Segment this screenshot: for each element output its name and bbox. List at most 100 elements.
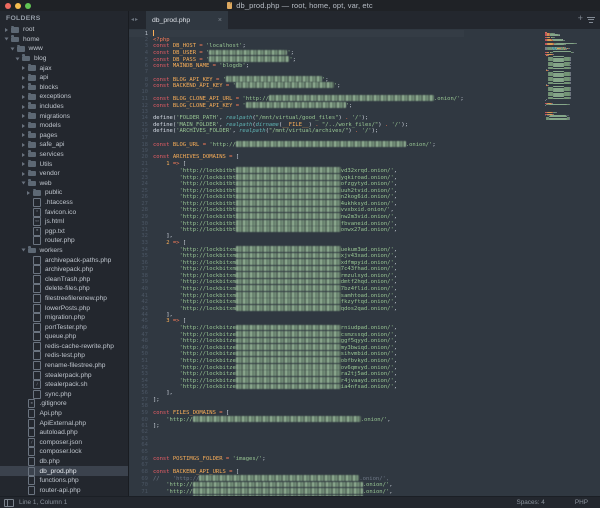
code-line: 18const BLOG_URL = 'http://.onion/'; <box>129 141 464 148</box>
tree-item-js-html[interactable]: <>js.html <box>0 217 128 227</box>
zoom-window-button[interactable] <box>25 3 31 9</box>
redacted-text <box>236 338 341 344</box>
editor-area[interactable]: 12<?php3const DB_HOST = 'localhost';4con… <box>129 29 600 497</box>
expand-arrow-icon[interactable] <box>21 182 25 185</box>
tree-item-redis-test-php[interactable]: redis-test.php <box>0 351 128 361</box>
tree-item-label: pgp.txt <box>45 228 65 235</box>
expand-arrow-icon[interactable] <box>22 162 25 166</box>
tree-item-lowerposts-php[interactable]: lowerPosts.php <box>0 303 128 313</box>
expand-arrow-icon[interactable] <box>10 47 14 50</box>
tab-db-prod-php[interactable]: db_prod.php × <box>146 11 228 29</box>
expand-arrow-icon[interactable] <box>22 124 25 128</box>
expand-arrow-icon[interactable] <box>22 85 25 89</box>
tab-overflow-icon[interactable] <box>587 17 595 24</box>
expand-arrow-icon[interactable] <box>22 66 25 70</box>
expand-arrow-icon[interactable] <box>22 172 25 176</box>
new-tab-button[interactable]: + <box>578 13 583 23</box>
tree-item-pgp-txt[interactable]: ≡pgp.txt <box>0 226 128 236</box>
tree-item-autoload-php[interactable]: autoload.php <box>0 428 128 438</box>
tree-item-public[interactable]: public <box>0 188 128 198</box>
tree-item-apiexternal-php[interactable]: ApiExternal.php <box>0 418 128 428</box>
tree-item-stealerpack-sh[interactable]: /stealerpack.sh <box>0 380 128 390</box>
minimize-window-button[interactable] <box>15 3 21 9</box>
tree-item-db-prod-php[interactable]: db_prod.php <box>0 466 128 476</box>
expand-arrow-icon[interactable] <box>21 249 25 252</box>
close-window-button[interactable] <box>5 3 11 9</box>
tree-item-filestreefilerenew-php[interactable]: filestreefilerenew.php <box>0 294 128 304</box>
tree-item-composer-json[interactable]: /composer.json <box>0 438 128 448</box>
window-title: db_prod.php — root, home, opt, var, etc <box>236 1 372 10</box>
tree-item-root[interactable]: root <box>0 25 128 35</box>
tree-item-porttester-php[interactable]: portTester.php <box>0 322 128 332</box>
redacted-text <box>236 298 341 304</box>
tree-item-label: queue.php <box>45 333 76 340</box>
tree-item-includes[interactable]: includes <box>0 102 128 112</box>
tree-item-favicon-ico[interactable]: ▫favicon.ico <box>0 207 128 217</box>
tree-item-blog[interactable]: blog <box>0 54 128 64</box>
tree-item-label: safe_api <box>40 141 65 148</box>
tree-item-sync-php[interactable]: sync.php <box>0 390 128 400</box>
syntax-setting[interactable]: PHP <box>575 499 588 506</box>
tree-item-vendor[interactable]: vendor <box>0 169 128 179</box>
expand-arrow-icon[interactable] <box>16 57 20 60</box>
tree-item-models[interactable]: models <box>0 121 128 131</box>
tree-item-composer-lock[interactable]: composer.lock <box>0 447 128 457</box>
expand-arrow-icon[interactable] <box>22 143 25 147</box>
redacted-text <box>236 253 341 259</box>
tree-item-label: delete-files.php <box>45 285 90 292</box>
indentation-setting[interactable]: Spaces: 4 <box>516 499 544 506</box>
tree-item-delete-files-php[interactable]: delete-files.php <box>0 284 128 294</box>
tree-item-home[interactable]: home <box>0 35 128 45</box>
expand-arrow-icon[interactable] <box>22 133 25 137</box>
tree-item-queue-php[interactable]: queue.php <box>0 332 128 342</box>
tab-label: db_prod.php <box>152 17 190 24</box>
file-file-icon <box>33 294 41 303</box>
expand-arrow-icon[interactable] <box>5 38 9 41</box>
expand-arrow-icon[interactable] <box>5 28 8 32</box>
tree-item-rename-filestree-php[interactable]: rename-filestree.php <box>0 361 128 371</box>
tree-item-router-api-php[interactable]: router-api.php <box>0 486 128 496</box>
folder-icon <box>11 37 19 43</box>
tree-item-archivepack-paths-php[interactable]: archivepack-paths.php <box>0 255 128 265</box>
tree-item-label: redis-cache-rewrite.php <box>45 343 114 350</box>
expand-arrow-icon[interactable] <box>22 105 25 109</box>
tree-item-workers[interactable]: workers <box>0 246 128 256</box>
tree-item-www[interactable]: www <box>0 44 128 54</box>
expand-arrow-icon[interactable] <box>22 153 25 157</box>
redacted-text <box>193 488 363 494</box>
tree-item-utils[interactable]: Utils <box>0 159 128 169</box>
tree-item-db-php[interactable]: db.php <box>0 457 128 467</box>
redacted-text <box>236 279 341 285</box>
tree-item-archivepack-php[interactable]: archivepack.php <box>0 265 128 275</box>
minimap[interactable] <box>545 30 579 120</box>
expand-arrow-icon[interactable] <box>27 191 30 195</box>
tree-item-cleantrash-php[interactable]: cleanTrash.php <box>0 274 128 284</box>
tab-close-icon[interactable]: × <box>218 17 222 24</box>
tree-item--gitignore[interactable]: ≡.gitignore <box>0 399 128 409</box>
file-file-icon <box>28 419 36 428</box>
code-area[interactable]: 12<?php3const DB_HOST = 'localhost';4con… <box>129 30 464 497</box>
tree-item-redis-cache-rewrite-php[interactable]: redis-cache-rewrite.php <box>0 342 128 352</box>
tree-item-services[interactable]: services <box>0 150 128 160</box>
expand-arrow-icon[interactable] <box>22 95 25 99</box>
tree-item-functions-php[interactable]: functions.php <box>0 476 128 486</box>
tree-item-api-php[interactable]: Api.php <box>0 409 128 419</box>
tree-item-api[interactable]: api <box>0 73 128 83</box>
tree-item-migrations[interactable]: migrations <box>0 111 128 121</box>
folder-icon <box>28 75 36 81</box>
tree-item-safe-api[interactable]: safe_api <box>0 140 128 150</box>
expand-arrow-icon[interactable] <box>22 114 25 118</box>
tree-item-blocks[interactable]: blocks <box>0 83 128 93</box>
tab-scroll-arrows[interactable]: ◂▸ <box>131 16 139 23</box>
tree-item-pages[interactable]: pages <box>0 131 128 141</box>
tree-item-ajax[interactable]: ajax <box>0 63 128 73</box>
tree-item-migration-php[interactable]: migration.php <box>0 313 128 323</box>
minimap-line <box>545 119 579 120</box>
status-panel-icon[interactable] <box>4 499 14 507</box>
tree-item-exceptions[interactable]: exceptions <box>0 92 128 102</box>
tree-item--htaccess[interactable]: .htaccess <box>0 198 128 208</box>
expand-arrow-icon[interactable] <box>22 76 25 80</box>
tree-item-web[interactable]: web <box>0 179 128 189</box>
tree-item-stealerpack-php[interactable]: stealerpack.php <box>0 370 128 380</box>
tree-item-router-php[interactable]: router.php <box>0 236 128 246</box>
